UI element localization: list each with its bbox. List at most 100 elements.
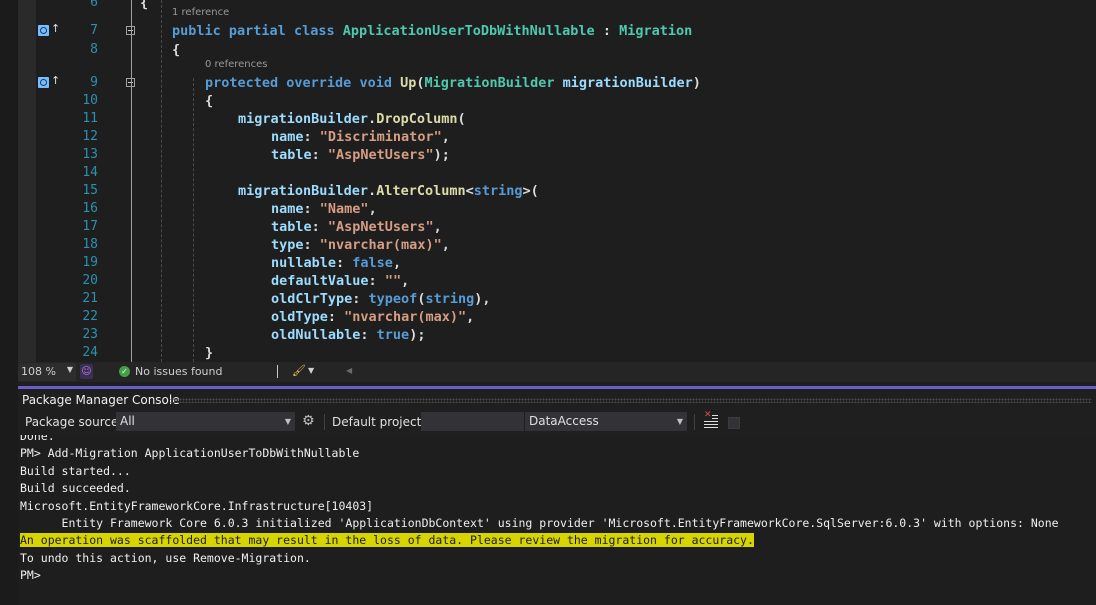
code-text: name: "Name",	[271, 200, 377, 218]
code-token: :	[360, 327, 377, 343]
chevron-down-icon[interactable]: ▼	[308, 366, 314, 375]
console-text: Entity Framework Core 6.0.3 initialized …	[20, 516, 1059, 530]
code-token: ),	[474, 291, 491, 307]
code-token: :	[594, 23, 620, 39]
code-line[interactable]: 24}	[18, 344, 1096, 362]
up-arrow-icon: ↑	[51, 22, 61, 35]
check-circle-icon: ✓	[119, 366, 130, 377]
code-line[interactable]: 22 oldType: "nvarchar(max)",	[18, 308, 1096, 326]
code-token: nullable	[271, 255, 337, 271]
code-token: migrationBuilder	[562, 75, 693, 91]
line-number: 20	[82, 273, 98, 288]
copilot-icon[interactable]: ☺	[80, 364, 93, 379]
console-text: Build succeeded.	[20, 481, 131, 496]
zoom-dropdown[interactable]: 108 % ▼	[18, 363, 76, 381]
console-text: Build started...	[20, 463, 131, 478]
code-line[interactable]: 11 migrationBuilder.DropColumn(	[18, 110, 1096, 128]
code-token: {	[205, 93, 214, 109]
code-line[interactable]: 17 table: "AspNetUsers",	[18, 218, 1096, 236]
line-number: 11	[82, 111, 98, 126]
code-token: ,	[392, 255, 402, 271]
console-text: To undo this action, use Remove-Migratio…	[20, 550, 311, 565]
code-text: oldClrType: typeof(string),	[271, 290, 491, 308]
code-token: table	[271, 219, 312, 235]
divider	[277, 365, 278, 378]
code-line[interactable]: 13 table: "AspNetUsers");	[18, 146, 1096, 164]
code-token: string	[425, 291, 475, 307]
code-token: partial	[228, 23, 294, 39]
console-text: PM> Add-Migration ApplicationUserToDbWit…	[20, 446, 360, 461]
issues-status[interactable]: No issues found	[135, 365, 222, 378]
package-source-dropdown[interactable]: All ▼	[116, 412, 295, 431]
code-token: );	[433, 147, 450, 163]
scroll-left-arrow[interactable]: ◀	[346, 366, 352, 375]
code-line[interactable]: 21 oldClrType: typeof(string),	[18, 290, 1096, 308]
code-token: ,	[466, 309, 475, 325]
line-number: 17	[82, 219, 98, 234]
code-token: true	[376, 327, 410, 343]
overrides-glyph-icon[interactable]: ↑	[38, 22, 61, 37]
code-line[interactable]: 23 oldNullable: true);	[18, 326, 1096, 344]
code-cleanup-icon[interactable]: 🖌	[292, 364, 306, 377]
code-line[interactable]: 10 {	[18, 92, 1096, 110]
overrides-glyph-icon[interactable]: ↑	[38, 74, 61, 89]
line-number: 10	[82, 93, 98, 108]
code-token: MigrationBuilder	[424, 75, 563, 91]
divider	[694, 414, 695, 430]
code-line[interactable]: 12 name: "Discriminator",	[18, 128, 1096, 146]
stop-button[interactable]	[728, 417, 740, 429]
code-token: "nvarchar(max)"	[319, 237, 442, 253]
code-editor[interactable]: 6 {7 ↑ 1 reference public partial class Appl…	[18, 0, 1096, 362]
package-source-label: Package source:	[25, 415, 123, 429]
codelens-references[interactable]: 0 references	[205, 59, 268, 71]
clear-console-icon[interactable]: ✕	[704, 410, 718, 428]
console-line: Build started...	[20, 463, 131, 480]
console-text: An operation was scaffolded that may res…	[20, 533, 754, 548]
drag-grip[interactable]	[170, 398, 1092, 403]
line-number: 13	[82, 147, 98, 162]
zoom-value: 108 %	[21, 365, 56, 378]
code-token: "AspNetUsers"	[327, 147, 434, 163]
line-number: 24	[82, 345, 98, 360]
code-line[interactable]: 8{	[18, 41, 1096, 59]
console-output[interactable]: Done. PM> Add-Migration ApplicationUserTo…	[18, 435, 1096, 605]
code-token: migrationBuilder	[238, 183, 369, 199]
code-token: :	[368, 273, 385, 289]
default-project-dropdown[interactable]: DataAccess ▼	[525, 412, 687, 431]
settings-gear-icon[interactable]: ⚙	[302, 413, 315, 429]
pmc-toolbar: Package source: All ▼ ⚙ Default project:…	[18, 408, 1096, 435]
line-number: 21	[82, 291, 98, 306]
code-token: "AspNetUsers"	[327, 219, 434, 235]
code-token: :	[303, 201, 320, 217]
console-line: Microsoft.EntityFrameworkCore.Infrastruc…	[20, 498, 373, 515]
code-text: type: "nvarchar(max)",	[271, 236, 450, 254]
override-box-icon	[38, 25, 49, 36]
up-arrow-icon: ↑	[51, 74, 61, 87]
code-line[interactable]: 20 defaultValue: "",	[18, 272, 1096, 290]
default-project-input[interactable]	[421, 412, 524, 431]
code-line[interactable]: 16 name: "Name",	[18, 200, 1096, 218]
code-token: .	[368, 111, 377, 127]
code-text: defaultValue: "",	[271, 272, 409, 290]
code-text: oldType: "nvarchar(max)",	[271, 308, 474, 326]
code-token: :	[303, 129, 320, 145]
code-line[interactable]: 7 ↑ 1 reference public partial class Applic…	[18, 7, 1096, 40]
console-line: PM> Add-Migration ApplicationUserToDbWit…	[20, 445, 359, 462]
code-token: AlterColumn	[376, 183, 466, 199]
code-line[interactable]: 18 type: "nvarchar(max)",	[18, 236, 1096, 254]
line-number: 19	[82, 255, 98, 270]
chevron-down-icon: ▼	[66, 365, 73, 374]
line-number: 15	[82, 183, 98, 198]
code-token: false	[352, 255, 393, 271]
code-line[interactable]: 15 migrationBuilder.AlterColumn<string>(	[18, 182, 1096, 200]
package-source-value: All	[120, 414, 135, 428]
code-line[interactable]: 14	[18, 164, 1096, 182]
code-line[interactable]: 19 nullable: false,	[18, 254, 1096, 272]
codelens-references[interactable]: 1 reference	[172, 7, 229, 19]
code-token: ""	[384, 273, 402, 289]
code-line[interactable]: 9 ↑ 0 references protected override void Up…	[18, 59, 1096, 92]
code-token: override	[286, 75, 360, 91]
console-line: Done.	[20, 435, 55, 445]
code-token: :	[311, 147, 328, 163]
code-text: {	[205, 92, 213, 110]
